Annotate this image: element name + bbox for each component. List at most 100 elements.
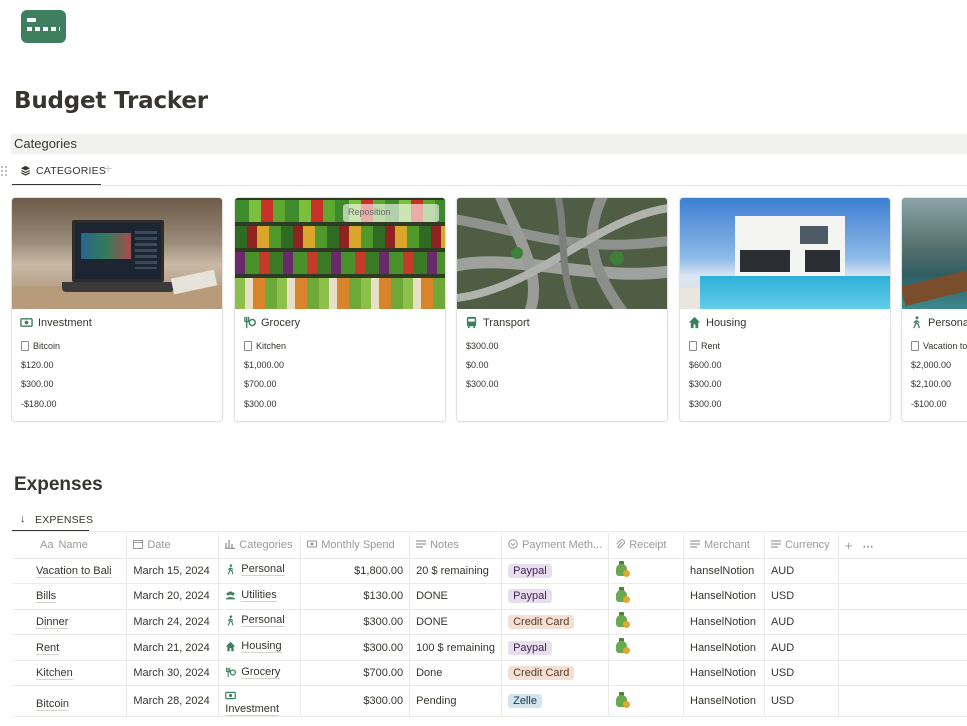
category-card-personal[interactable]: Personal Vacation to $2,000.00 $2,100.00… [901,197,967,422]
cell-name[interactable]: Bills [12,583,128,610]
column-header-notes[interactable]: Notes [409,533,503,559]
cell-name[interactable]: Rent [12,634,128,661]
cell-monthly-spend[interactable]: $300.00 [300,634,411,661]
cell-currency[interactable]: AUD [764,558,839,585]
cell-notes[interactable]: 20 $ remaining [409,558,503,585]
cell-payment-method[interactable]: Paypal [501,583,610,610]
category-relation[interactable]: Housing [225,640,282,654]
column-header-date[interactable]: Date [126,533,220,559]
column-header-currency[interactable]: Currency [764,533,839,559]
cell-monthly-spend[interactable]: $700.00 [300,660,411,687]
cell-payment-method[interactable]: Credit Card [501,609,610,636]
cell-notes[interactable]: Done [409,660,503,687]
cell-date[interactable]: March 24, 2024 [126,609,220,636]
expense-name[interactable]: Bills [36,590,57,604]
cell-payment-method[interactable]: Credit Card [501,660,610,687]
cell-name[interactable]: Dinner [12,609,128,636]
category-card-grocery[interactable]: Reposition Grocery Kitchen $1,000.00 $70… [234,197,446,422]
table-row[interactable]: Bills March 20, 2024 Utilities $130.00 DONE P… [12,583,967,610]
expense-name[interactable]: Rent [36,641,60,655]
cell-categories[interactable]: Personal [218,558,302,585]
category-relation[interactable]: Personal [225,614,285,628]
cell-categories[interactable]: Personal [218,609,302,636]
cell-categories[interactable]: Grocery [218,660,302,687]
column-header-merchant[interactable]: Merchant [683,533,765,559]
money-bag-icon[interactable] [615,561,631,578]
cell-merchant[interactable]: HanselNotion [683,660,765,687]
table-row[interactable]: Dinner March 24, 2024 Personal $300.00 DONE C… [12,609,967,636]
cell-notes[interactable]: DONE [409,583,503,610]
column-header-monthly-spend[interactable]: Monthly Spend [300,533,411,559]
category-relation[interactable]: Investment [225,690,280,716]
money-bag-icon[interactable] [615,612,631,629]
expense-name[interactable]: Kitchen [36,667,73,681]
cell-payment-method[interactable]: Zelle [501,685,610,718]
cell-currency[interactable]: USD [764,583,839,610]
expense-name[interactable]: Dinner [36,615,69,629]
cell-merchant[interactable]: HanselNotion [683,634,765,661]
cell-merchant[interactable]: HanselNotion [683,609,765,636]
column-header-payment-method[interactable]: Payment Meth... [501,533,610,559]
add-view-icon[interactable]: + [104,160,112,176]
cell-categories[interactable]: Housing [218,634,302,661]
cell-receipt[interactable] [608,558,684,585]
cell-receipt[interactable] [608,583,684,610]
add-column-icon[interactable]: + [845,538,853,553]
category-relation[interactable]: Utilities [225,589,277,602]
table-row[interactable]: Vacation to Bali March 15, 2024 Personal $1… [12,558,967,585]
more-options-icon[interactable]: ⋯ [863,541,874,553]
cell-date[interactable]: March 20, 2024 [126,583,220,610]
expense-name[interactable]: Vacation to Bali [36,564,112,578]
category-card-investment[interactable]: Investment Bitcoin $120.00 $300.00 -$180… [11,197,223,422]
category-card-transport[interactable]: Transport $300.00 $0.00 $300.00 [456,197,668,422]
tab-expenses[interactable]: ↓ EXPENSES [12,508,93,532]
money-bag-icon[interactable] [615,586,631,603]
expense-name[interactable]: Bitcoin [36,697,70,711]
cell-merchant[interactable]: hanselNotion [683,558,765,585]
cell-notes[interactable]: DONE [409,609,503,636]
reposition-button[interactable]: Reposition [343,204,439,222]
cell-receipt[interactable] [608,685,684,718]
table-row[interactable]: Bitcoin March 28, 2024 Investment $300.00 Pe… [12,685,967,718]
cell-categories[interactable]: Investment [218,685,302,718]
cell-monthly-spend[interactable]: $1,800.00 [300,558,411,585]
cell-merchant[interactable]: HanselNotion [683,685,765,718]
cell-name[interactable]: Kitchen [12,660,128,687]
column-header-categories[interactable]: Categories [218,533,302,559]
cell-receipt[interactable] [608,660,684,687]
cell-date[interactable]: March 21, 2024 [126,634,220,661]
cell-currency[interactable]: AUD [764,634,839,661]
cell-currency[interactable]: USD [764,660,839,687]
tab-categories[interactable]: CATEGORIES [12,160,106,186]
cell-notes[interactable]: Pending [409,685,503,718]
cell-name[interactable]: Vacation to Bali [12,558,128,585]
cell-date[interactable]: March 30, 2024 [126,660,220,687]
cell-payment-method[interactable]: Paypal [501,634,610,661]
drag-handle-icon[interactable] [0,165,8,177]
category-relation[interactable]: Grocery [225,666,281,679]
cell-merchant[interactable]: HanselNotion [683,583,765,610]
cell-name[interactable]: Bitcoin [12,685,128,718]
cell-notes[interactable]: 100 $ remaining [409,634,503,661]
cell-currency[interactable]: USD [764,685,839,718]
cell-receipt[interactable] [608,634,684,661]
cell-date[interactable]: March 28, 2024 [126,685,220,718]
money-bag-icon[interactable] [615,691,631,708]
cell-monthly-spend[interactable]: $300.00 [300,685,411,718]
cell-receipt[interactable] [608,609,684,636]
table-row[interactable]: Rent March 21, 2024 Housing $300.00 100 $ re… [12,634,967,661]
category-relation[interactable]: Personal [225,563,285,577]
walking-icon [227,564,234,575]
cell-currency[interactable]: AUD [764,609,839,636]
table-row[interactable]: Kitchen March 30, 2024 Grocery $700.00 Done C… [12,660,967,687]
cell-categories[interactable]: Utilities [218,583,302,610]
category-card-housing[interactable]: Housing Rent $600.00 $300.00 $300.00 [679,197,891,422]
cell-payment-method[interactable]: Paypal [501,558,610,585]
cell-monthly-spend[interactable]: $300.00 [300,609,411,636]
money-bag-icon[interactable] [615,638,631,655]
column-header-receipt[interactable]: Receipt [608,533,684,559]
page-icon[interactable] [21,10,66,43]
cell-monthly-spend[interactable]: $130.00 [300,583,411,610]
column-header-name[interactable]: Aa Name [12,533,128,559]
cell-date[interactable]: March 15, 2024 [126,558,220,585]
